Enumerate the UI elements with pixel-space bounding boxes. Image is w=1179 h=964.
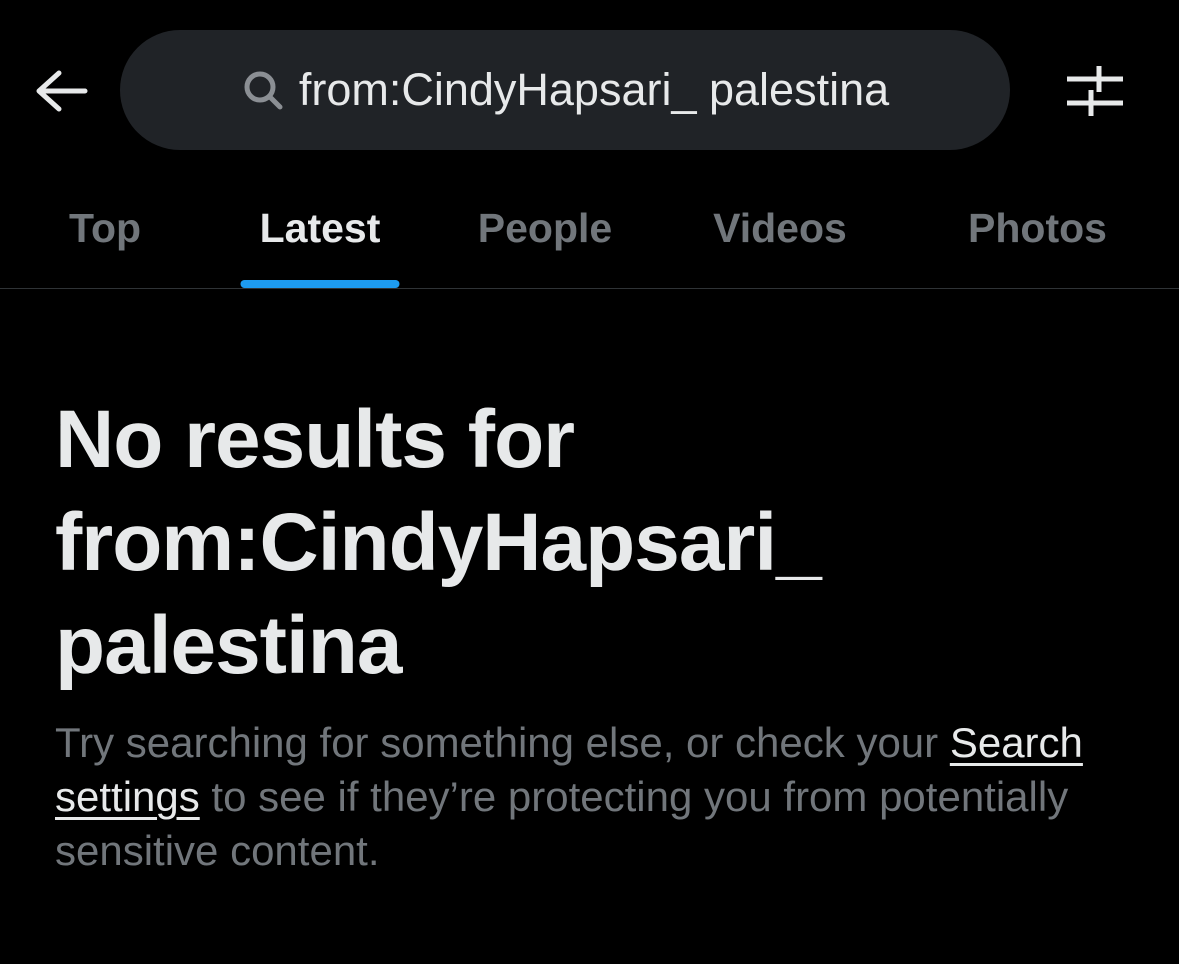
filter-sliders-icon bbox=[1067, 66, 1123, 116]
empty-state-title: No results for from:CindyHapsari_ palest… bbox=[55, 388, 1055, 697]
search-tabs: Top Latest People Videos Photos bbox=[0, 168, 1179, 288]
empty-message-after-link: to see if they’re protecting you from po… bbox=[55, 773, 1069, 874]
tab-label: Top bbox=[68, 204, 142, 251]
tab-label: Latest bbox=[259, 204, 381, 251]
back-button[interactable] bbox=[30, 64, 92, 118]
tab-label: People bbox=[477, 204, 613, 251]
empty-message-before-link: Try searching for something else, or che… bbox=[55, 719, 950, 766]
tab-top[interactable]: Top bbox=[30, 168, 180, 288]
filter-button[interactable] bbox=[1060, 60, 1130, 122]
tab-videos[interactable]: Videos bbox=[680, 168, 880, 288]
arrow-left-icon bbox=[36, 70, 88, 112]
empty-state-message: Try searching for something else, or che… bbox=[55, 716, 1135, 878]
tab-people[interactable]: People bbox=[450, 168, 640, 288]
tab-label: Videos bbox=[713, 204, 847, 251]
empty-title-line-2: from:CindyHapsari_ bbox=[55, 497, 822, 588]
empty-title-line-1: No results for bbox=[55, 394, 575, 485]
tabs-divider bbox=[0, 288, 1179, 289]
empty-title-line-3: palestina bbox=[55, 600, 402, 691]
tab-photos[interactable]: Photos bbox=[940, 168, 1135, 288]
active-tab-indicator bbox=[240, 280, 400, 288]
search-icon bbox=[241, 68, 285, 112]
tab-label: Photos bbox=[968, 204, 1107, 251]
tab-latest[interactable]: Latest bbox=[210, 168, 430, 288]
search-query-text[interactable]: from:CindyHapsari_ palestina bbox=[299, 64, 889, 116]
search-bar[interactable]: from:CindyHapsari_ palestina bbox=[120, 30, 1010, 150]
